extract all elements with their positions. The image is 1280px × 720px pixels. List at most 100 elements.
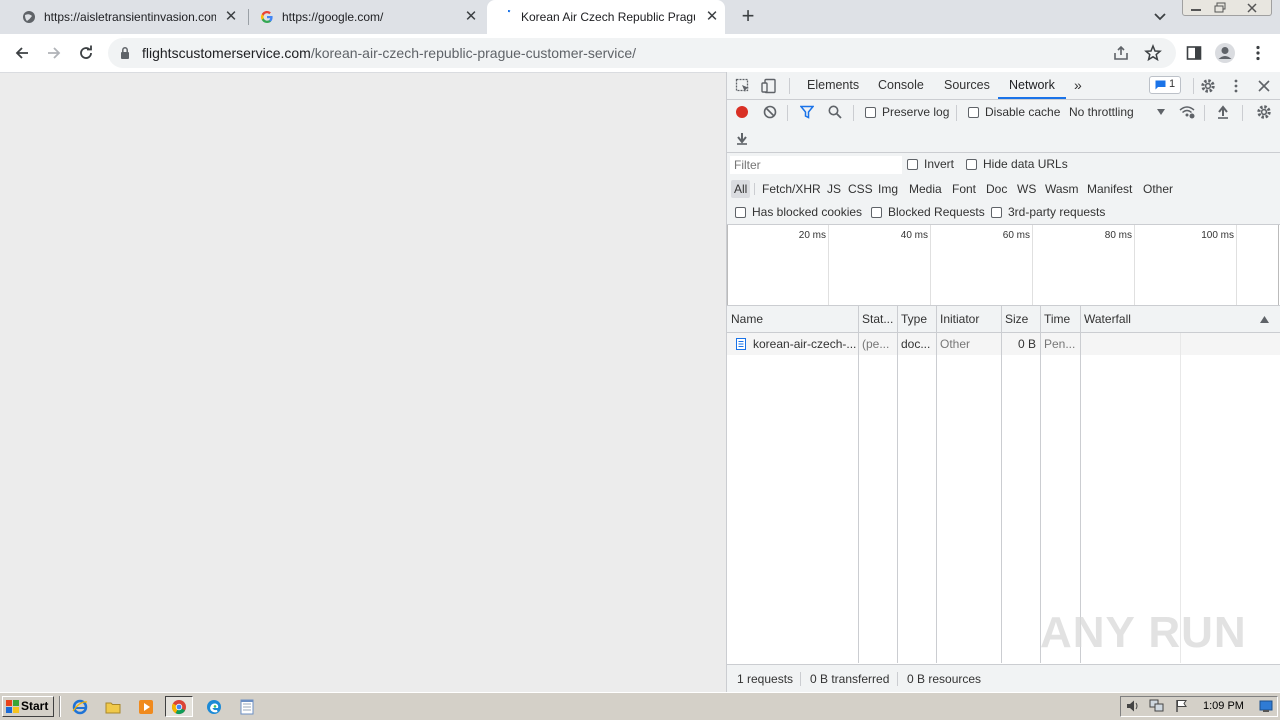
- disable-cache-label: Disable cache: [985, 105, 1061, 119]
- media-player-icon[interactable]: [132, 696, 160, 717]
- timeline-tick-label: 40 ms: [900, 230, 928, 241]
- export-har-icon[interactable]: [733, 129, 751, 147]
- filter-type-other[interactable]: Other: [1140, 180, 1176, 198]
- timeline-tick: [828, 225, 829, 305]
- device-toolbar-icon[interactable]: [760, 77, 778, 95]
- filter-type-fetch-xhr[interactable]: Fetch/XHR: [759, 180, 824, 198]
- close-devtools-icon[interactable]: [1255, 77, 1273, 95]
- search-icon[interactable]: [826, 103, 844, 121]
- has-blocked-cookies-checkbox[interactable]: [735, 207, 746, 218]
- clock[interactable]: 1:09 PM: [1203, 697, 1244, 716]
- profile-button[interactable]: [1213, 41, 1237, 65]
- bookmark-star-icon[interactable]: [1144, 44, 1162, 62]
- browser-toolbar: flightscustomerservice.com/korean-air-cz…: [0, 34, 1280, 73]
- network-overview-timeline[interactable]: 20 ms 40 ms 60 ms 80 ms 100 ms: [727, 225, 1280, 306]
- side-panel-button[interactable]: [1182, 41, 1206, 65]
- close-tab-icon[interactable]: ✕: [703, 0, 721, 34]
- throttling-select[interactable]: No throttling: [1069, 105, 1134, 119]
- internet-explorer-icon[interactable]: [66, 696, 94, 717]
- back-button[interactable]: [10, 41, 34, 65]
- invert-checkbox[interactable]: [907, 159, 918, 170]
- has-blocked-cookies-label: Has blocked cookies: [752, 205, 863, 219]
- invert-label: Invert: [924, 157, 955, 171]
- address-bar[interactable]: flightscustomerservice.com/korean-air-cz…: [108, 38, 1176, 68]
- filter-type-ws[interactable]: WS: [1014, 180, 1039, 198]
- column-divider: [897, 306, 898, 663]
- column-header-type[interactable]: Type: [897, 306, 936, 333]
- network-conditions-icon[interactable]: [1178, 103, 1196, 121]
- settings-gear-icon[interactable]: [1199, 77, 1217, 95]
- timeline-tick: [727, 225, 728, 305]
- forward-button[interactable]: [42, 41, 66, 65]
- reload-button[interactable]: [74, 41, 98, 65]
- import-har-icon[interactable]: [1214, 103, 1232, 121]
- tab-separator: [248, 9, 249, 25]
- preserve-log-checkbox[interactable]: [865, 107, 876, 118]
- dropdown-arrow-icon[interactable]: [1157, 109, 1165, 115]
- hide-data-urls-checkbox[interactable]: [966, 159, 977, 170]
- devtools-menu-icon[interactable]: [1227, 77, 1245, 95]
- filter-type-img[interactable]: Img: [875, 180, 901, 198]
- close-tab-icon[interactable]: ✕: [222, 0, 240, 34]
- profile-avatar-icon: [1215, 43, 1235, 63]
- column-header-waterfall[interactable]: Waterfall: [1080, 306, 1280, 333]
- timeline-tick-label: 80 ms: [1104, 230, 1132, 241]
- tab-aisletransientinvasion[interactable]: https://aisletransientinvasion.com/d ✕: [22, 0, 240, 34]
- share-icon[interactable]: [1112, 44, 1130, 62]
- minimize-icon[interactable]: [1189, 3, 1203, 13]
- inspect-element-icon[interactable]: [734, 77, 752, 95]
- timeline-tick: [1278, 225, 1279, 305]
- filter-icon[interactable]: [798, 103, 816, 121]
- request-name[interactable]: korean-air-czech-...: [749, 333, 858, 355]
- tab-sources[interactable]: Sources: [944, 72, 990, 99]
- network-settings-gear-icon[interactable]: [1255, 103, 1273, 121]
- filter-type-wasm[interactable]: Wasm: [1042, 180, 1082, 198]
- sort-ascending-icon[interactable]: [1260, 316, 1269, 323]
- start-label: Start: [21, 699, 49, 713]
- tab-elements[interactable]: Elements: [807, 72, 859, 99]
- filter-input[interactable]: [730, 156, 902, 174]
- restore-icon[interactable]: [1213, 2, 1227, 14]
- filter-type-css[interactable]: CSS: [845, 180, 876, 198]
- tab-google[interactable]: https://google.com/ ✕: [260, 0, 480, 34]
- disable-cache-checkbox[interactable]: [968, 107, 979, 118]
- filter-type-font[interactable]: Font: [949, 180, 979, 198]
- close-tab-icon[interactable]: ✕: [462, 0, 480, 34]
- close-window-icon[interactable]: [1245, 2, 1259, 14]
- tab-search-icon[interactable]: [1152, 10, 1168, 24]
- column-header-size[interactable]: Size: [1001, 306, 1040, 333]
- browser-menu-button[interactable]: [1246, 41, 1270, 65]
- file-explorer-icon[interactable]: [99, 696, 127, 717]
- notepad-icon[interactable]: [233, 696, 261, 717]
- edge-icon[interactable]: [200, 696, 228, 717]
- tab-korean-air[interactable]: Korean Air Czech Republic Prague C ✕: [487, 0, 725, 34]
- blocked-requests-checkbox[interactable]: [871, 207, 882, 218]
- network-icon[interactable]: [1149, 699, 1165, 713]
- filter-type-media[interactable]: Media: [906, 180, 945, 198]
- divider: [1193, 78, 1194, 94]
- third-party-requests-checkbox[interactable]: [991, 207, 1002, 218]
- chrome-icon[interactable]: [165, 696, 193, 717]
- column-header-time[interactable]: Time: [1040, 306, 1080, 333]
- page-viewport: [0, 73, 726, 691]
- record-icon[interactable]: [733, 103, 751, 121]
- start-button[interactable]: Start: [2, 696, 54, 717]
- filter-type-all[interactable]: All: [731, 180, 751, 198]
- issues-badge[interactable]: 1: [1149, 76, 1181, 94]
- tab-title: https://google.com/: [282, 10, 384, 24]
- column-header-name[interactable]: Name: [727, 306, 858, 333]
- column-header-initiator[interactable]: Initiator: [936, 306, 1001, 333]
- action-center-flag-icon[interactable]: [1175, 699, 1189, 713]
- lock-icon[interactable]: [120, 46, 130, 60]
- more-tabs-button[interactable]: »: [1074, 72, 1082, 99]
- filter-type-js[interactable]: JS: [824, 180, 844, 198]
- tab-network[interactable]: Network: [998, 72, 1066, 99]
- filter-type-doc[interactable]: Doc: [983, 180, 1010, 198]
- volume-icon[interactable]: [1126, 699, 1140, 713]
- show-desktop-icon[interactable]: [1259, 699, 1273, 713]
- tab-console[interactable]: Console: [878, 72, 924, 99]
- column-header-status[interactable]: Stat...: [858, 306, 897, 333]
- new-tab-button[interactable]: +: [736, 0, 760, 34]
- clear-icon[interactable]: [761, 103, 779, 121]
- filter-type-manifest[interactable]: Manifest: [1084, 180, 1135, 198]
